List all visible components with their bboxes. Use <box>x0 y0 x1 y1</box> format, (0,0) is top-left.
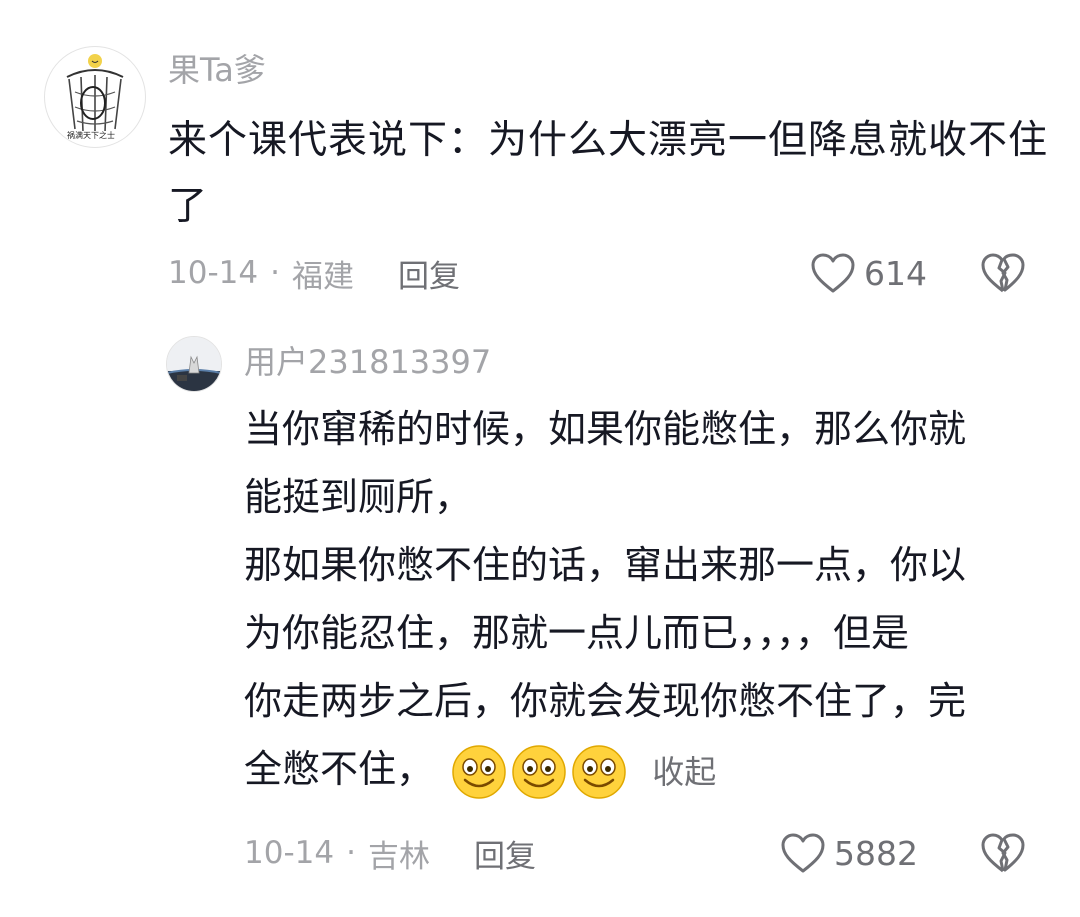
smile-emoji-icon <box>452 744 506 799</box>
heart-icon <box>811 253 855 293</box>
reply-button[interactable]: 回复 <box>398 251 460 296</box>
like-count: 614 <box>864 253 927 293</box>
line-art-avatar-icon: 祸满天下之士 <box>65 54 127 140</box>
landscape-avatar-icon <box>167 337 221 391</box>
like-button[interactable]: 5882 <box>780 830 918 876</box>
smile-emoji-icon <box>512 744 566 799</box>
reply-location: 吉林 <box>367 838 430 875</box>
replier-avatar[interactable] <box>166 336 222 392</box>
broken-heart-icon <box>981 833 1025 873</box>
svg-text:祸满天下之士: 祸满天下之士 <box>67 130 115 140</box>
reply-last-line: 全憋不住， 收起 <box>244 735 1034 806</box>
heart-icon <box>781 833 825 873</box>
reply-meta: 10-14 · 吉林 回复 <box>244 831 536 876</box>
reply-text-line: 你走两步之后，你就会发现你憋不住了，完 <box>244 679 967 723</box>
smile-emoji-icon <box>572 744 626 799</box>
emoji-group <box>450 743 630 801</box>
dislike-button[interactable] <box>980 250 1026 296</box>
comment-meta: 10-14 · 福建 回复 <box>168 251 460 296</box>
reply-text-line: 为你能忍住，那就一点儿而已，，，，但是 <box>244 611 910 655</box>
like-count: 5882 <box>834 833 918 873</box>
reply-text-line: 那如果你憋不住的话，窜出来那一点，你以 <box>244 543 967 587</box>
meta-separator: · <box>270 255 280 291</box>
commenter-avatar[interactable]: 祸满天下之士 <box>44 46 146 148</box>
like-button[interactable]: 614 <box>810 250 927 296</box>
reply-button[interactable]: 回复 <box>474 831 536 876</box>
reply-text: 当你窜稀的时候，如果你能憋住，那么你就 能挺到厕所， 那如果你憋不住的话，窜出来… <box>244 395 1034 806</box>
meta-separator: · <box>346 835 356 871</box>
reply-text-line: 能挺到厕所， <box>244 475 473 519</box>
reply-date: 10-14 <box>244 835 335 871</box>
reply-text-line: 全憋不住， <box>244 747 435 791</box>
broken-heart-icon <box>981 253 1025 293</box>
comment-text: 来个课代表说下：为什么大漂亮一但降息就收不住了 <box>168 118 1049 229</box>
comment-date: 10-14 <box>168 255 259 291</box>
replier-username[interactable]: 用户231813397 <box>244 342 491 382</box>
dislike-button[interactable] <box>980 830 1026 876</box>
commenter-username[interactable]: 果Ta爹 <box>168 50 266 90</box>
reply-text-line: 当你窜稀的时候，如果你能憋住，那么你就 <box>244 407 967 451</box>
comment-location: 福建 <box>291 258 354 295</box>
collapse-button[interactable]: 收起 <box>652 753 716 791</box>
